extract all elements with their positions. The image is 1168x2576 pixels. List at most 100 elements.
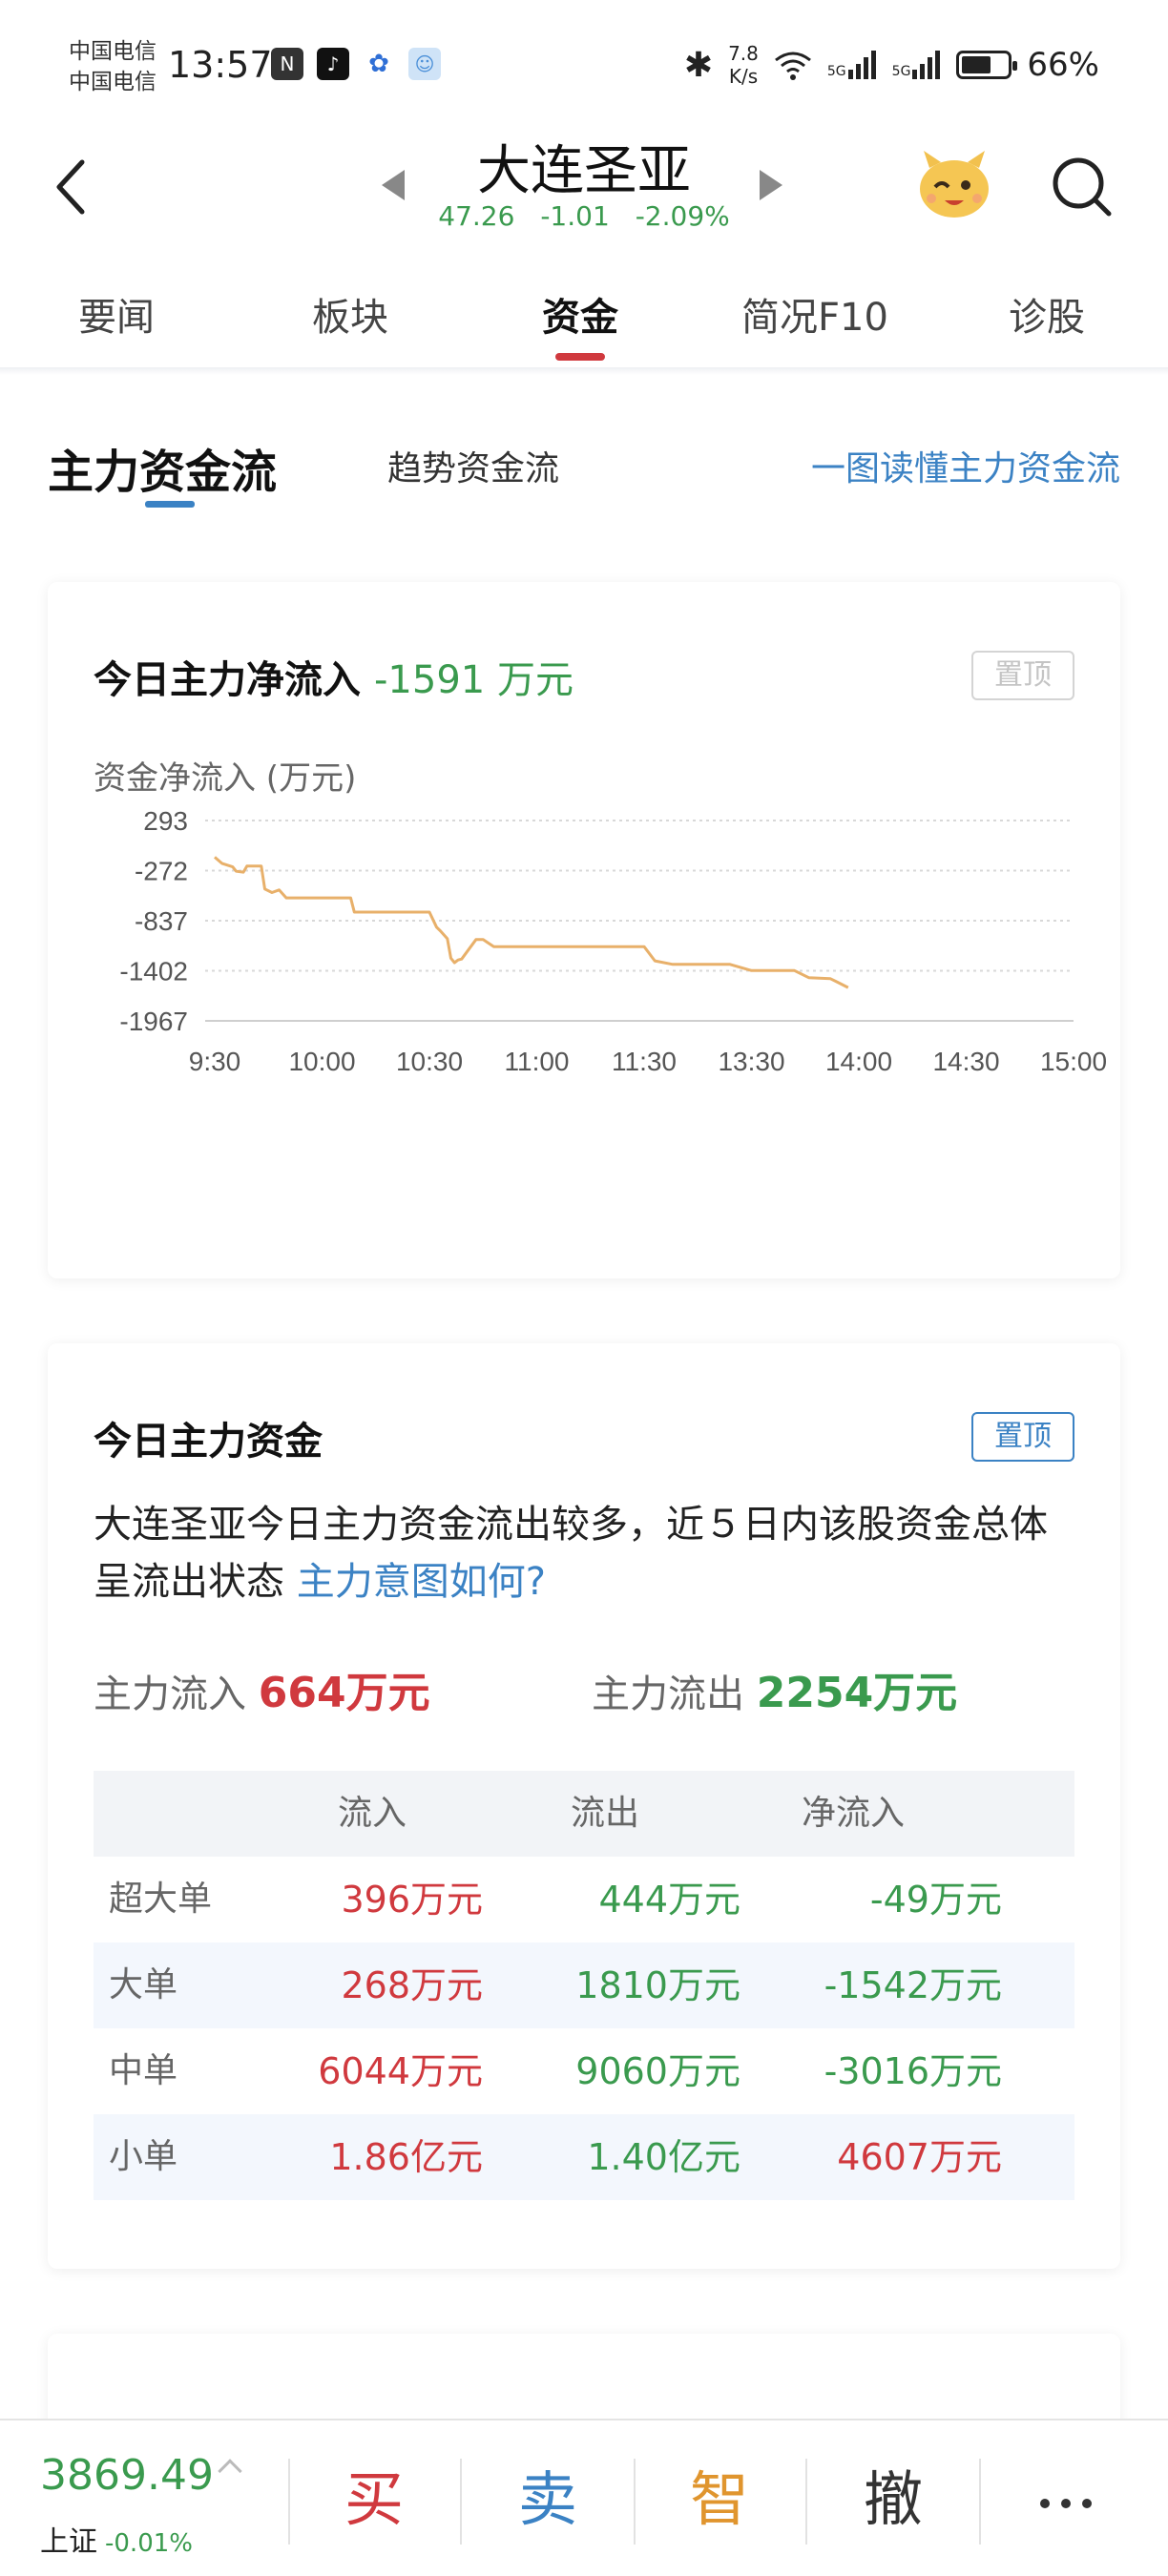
main-outflow-summary: 主力流出 2254万元 bbox=[592, 1658, 957, 1719]
capital-card-title: 今日主力资金 bbox=[94, 1420, 323, 1464]
carrier-2: 中国电信 bbox=[69, 70, 156, 94]
header-inflow: 流入 bbox=[338, 1794, 407, 1833]
index-value[interactable]: 3869.49 bbox=[40, 2451, 214, 2500]
notification-icons: N ♪ ✿ ☺ bbox=[271, 48, 441, 80]
x-tick-label: 11:30 bbox=[612, 1047, 677, 1076]
pin-top-button-capital[interactable]: 置顶 bbox=[971, 1412, 1074, 1462]
outflow-value: 1810万元 bbox=[575, 1964, 740, 2006]
capital-card: 今日主力资金 置顶 大连圣亚今日主力资金流出较多，近５日内该股资金总体呈流出状态… bbox=[48, 1343, 1120, 2269]
net-inflow-value: -1542万元 bbox=[824, 1964, 1002, 2006]
table-row: 小单 1.86亿元 1.40亿元 4607万元 bbox=[94, 2114, 1074, 2200]
net-speed: 7.8 K/s bbox=[728, 42, 759, 88]
fund-flow-table: 流入 流出 净流入 超大单 396万元 444万元 -49万元 大单 268万元… bbox=[94, 1771, 1074, 2200]
pin-top-button[interactable]: 置顶 bbox=[971, 651, 1074, 700]
subtab-trend-fund-flow[interactable]: 趋势资金流 bbox=[387, 441, 559, 490]
tab-news[interactable]: 要闻 bbox=[78, 286, 155, 342]
tab-sector[interactable]: 板块 bbox=[312, 286, 388, 342]
battery-icon bbox=[956, 51, 1018, 79]
main-inflow-value: 664万元 bbox=[258, 1669, 430, 1717]
capital-summary-text: 大连圣亚今日主力资金流出较多，近５日内该股资金总体呈流出状态 bbox=[94, 1503, 1048, 1604]
next-stock-arrow-icon[interactable] bbox=[760, 170, 782, 200]
y-tick-label: -837 bbox=[135, 906, 188, 936]
stock-header: 大连圣亚 47.26 -1.01 -2.09% bbox=[0, 124, 1168, 248]
capital-intent-link[interactable]: 主力意图如何? bbox=[297, 1560, 546, 1604]
smart-button[interactable]: 智 bbox=[634, 2447, 805, 2552]
order-type: 中单 bbox=[109, 2051, 178, 2090]
main-inflow-label: 主力流入 bbox=[94, 1672, 246, 1716]
fund-flow-guide-link[interactable]: 一图读懂主力资金流 bbox=[811, 441, 1120, 490]
status-clock: 13:57 bbox=[168, 44, 273, 86]
capital-summary: 大连圣亚今日主力资金流出较多，近５日内该股资金总体呈流出状态 主力意图如何? bbox=[94, 1496, 1074, 1610]
order-type: 大单 bbox=[109, 1965, 178, 2005]
search-icon[interactable] bbox=[1050, 155, 1116, 221]
x-tick-label: 11:00 bbox=[505, 1047, 570, 1076]
chevron-up-icon[interactable] bbox=[218, 2459, 242, 2483]
outflow-value: 9060万元 bbox=[575, 2050, 740, 2092]
more-menu-icon[interactable] bbox=[1040, 2499, 1092, 2508]
battery-fill bbox=[962, 56, 991, 73]
tab-diagnosis[interactable]: 诊股 bbox=[1009, 286, 1085, 342]
subtab-main-fund-flow[interactable]: 主力资金流 bbox=[48, 434, 277, 501]
signal-bars-1-icon bbox=[847, 51, 876, 79]
main-inflow-summary: 主力流入 664万元 bbox=[94, 1658, 430, 1719]
net-inflow-title-text: 今日主力净流入 bbox=[94, 658, 361, 702]
signal-icon-1: 5G bbox=[827, 51, 877, 79]
bottom-trade-bar: 3869.49 上证 -0.01% 买 卖 智 撤 bbox=[0, 2419, 1168, 2576]
net-inflow-title: 今日主力净流入 -1591 万元 bbox=[94, 649, 574, 704]
stock-change-pct: -2.09% bbox=[635, 200, 730, 232]
stock-change: -1.01 bbox=[540, 200, 610, 232]
app-notification-icon: ☺ bbox=[408, 48, 441, 80]
stock-quote: 47.26 -1.01 -2.09% bbox=[0, 200, 1168, 232]
tiktok-icon: ♪ bbox=[317, 48, 349, 80]
tab-divider bbox=[0, 367, 1168, 375]
status-right: ✱ 7.8 K/s 5G 5G 66% bbox=[684, 42, 1099, 88]
order-type: 小单 bbox=[109, 2137, 178, 2176]
mascot-icon[interactable] bbox=[916, 149, 992, 221]
baidu-icon: ✿ bbox=[363, 48, 395, 80]
header-outflow: 流出 bbox=[571, 1794, 640, 1833]
net-inflow-chart: 293 -272 -837 -1402 -19679:30 10:00 10:30 11:00… bbox=[119, 811, 1107, 1076]
cancel-order-button[interactable]: 撤 bbox=[807, 2447, 979, 2552]
table-row: 中单 6044万元 9060万元 -3016万元 bbox=[94, 2028, 1074, 2114]
nfc-icon: N bbox=[271, 48, 303, 80]
y-tick-label: -1967 bbox=[119, 1007, 188, 1036]
signal-label-2: 5G bbox=[891, 64, 911, 79]
tab-funds[interactable]: 资金 bbox=[542, 286, 618, 342]
x-tick-label: 10:30 bbox=[396, 1047, 463, 1076]
signal-bars-2-icon bbox=[912, 51, 941, 79]
signal-label-1: 5G bbox=[826, 64, 846, 79]
carrier-1: 中国电信 bbox=[69, 39, 156, 64]
inflow-value: 268万元 bbox=[341, 1964, 483, 2006]
carrier-info: 中国电信 中国电信 bbox=[69, 36, 156, 97]
stock-price: 47.26 bbox=[438, 200, 515, 232]
net-speed-value: 7.8 bbox=[728, 42, 759, 65]
inflow-value: 1.86亿元 bbox=[329, 2136, 483, 2178]
status-bar: 中国电信 中国电信 13:57 N ♪ ✿ ☺ ✱ 7.8 K/s 5G 5G … bbox=[0, 0, 1168, 124]
tab-profile-f10[interactable]: 简况F10 bbox=[741, 286, 888, 342]
net-inflow-value: -1591 万元 bbox=[374, 658, 574, 702]
x-tick-label: 13:30 bbox=[718, 1047, 784, 1076]
battery-percent: 66% bbox=[1027, 46, 1099, 84]
index-name: 上证 -0.01% bbox=[40, 2518, 193, 2560]
y-tick-label: 293 bbox=[143, 811, 188, 836]
table-row: 大单 268万元 1810万元 -1542万元 bbox=[94, 1942, 1074, 2028]
net-inflow-value: -49万元 bbox=[869, 1879, 1002, 1921]
separator bbox=[979, 2459, 981, 2545]
order-type: 超大单 bbox=[109, 1880, 213, 1919]
sell-button[interactable]: 卖 bbox=[462, 2447, 634, 2552]
table-row: 超大单 396万元 444万元 -49万元 bbox=[94, 1857, 1074, 1942]
inflow-value: 6044万元 bbox=[318, 2050, 483, 2092]
index-name-text: 上证 bbox=[40, 2525, 97, 2559]
signal-icon-2: 5G bbox=[892, 51, 942, 79]
index-change: -0.01% bbox=[105, 2529, 193, 2558]
net-inflow-card: 今日主力净流入 -1591 万元 置顶 资金净流入 (万元) 293 -272 -83… bbox=[48, 582, 1120, 1278]
header-net-inflow: 净流入 bbox=[802, 1794, 906, 1833]
tab-bar: 要闻 板块 资金 简况F10 诊股 bbox=[0, 277, 1168, 372]
stock-name: 大连圣亚 bbox=[477, 140, 691, 202]
y-tick-label: -272 bbox=[135, 857, 188, 886]
net-inflow-line bbox=[214, 856, 849, 989]
net-inflow-value: 4607万元 bbox=[837, 2136, 1002, 2178]
x-tick-label: 9:30 bbox=[189, 1047, 241, 1076]
subtab-active-indicator bbox=[145, 501, 195, 508]
buy-button[interactable]: 买 bbox=[288, 2447, 460, 2552]
